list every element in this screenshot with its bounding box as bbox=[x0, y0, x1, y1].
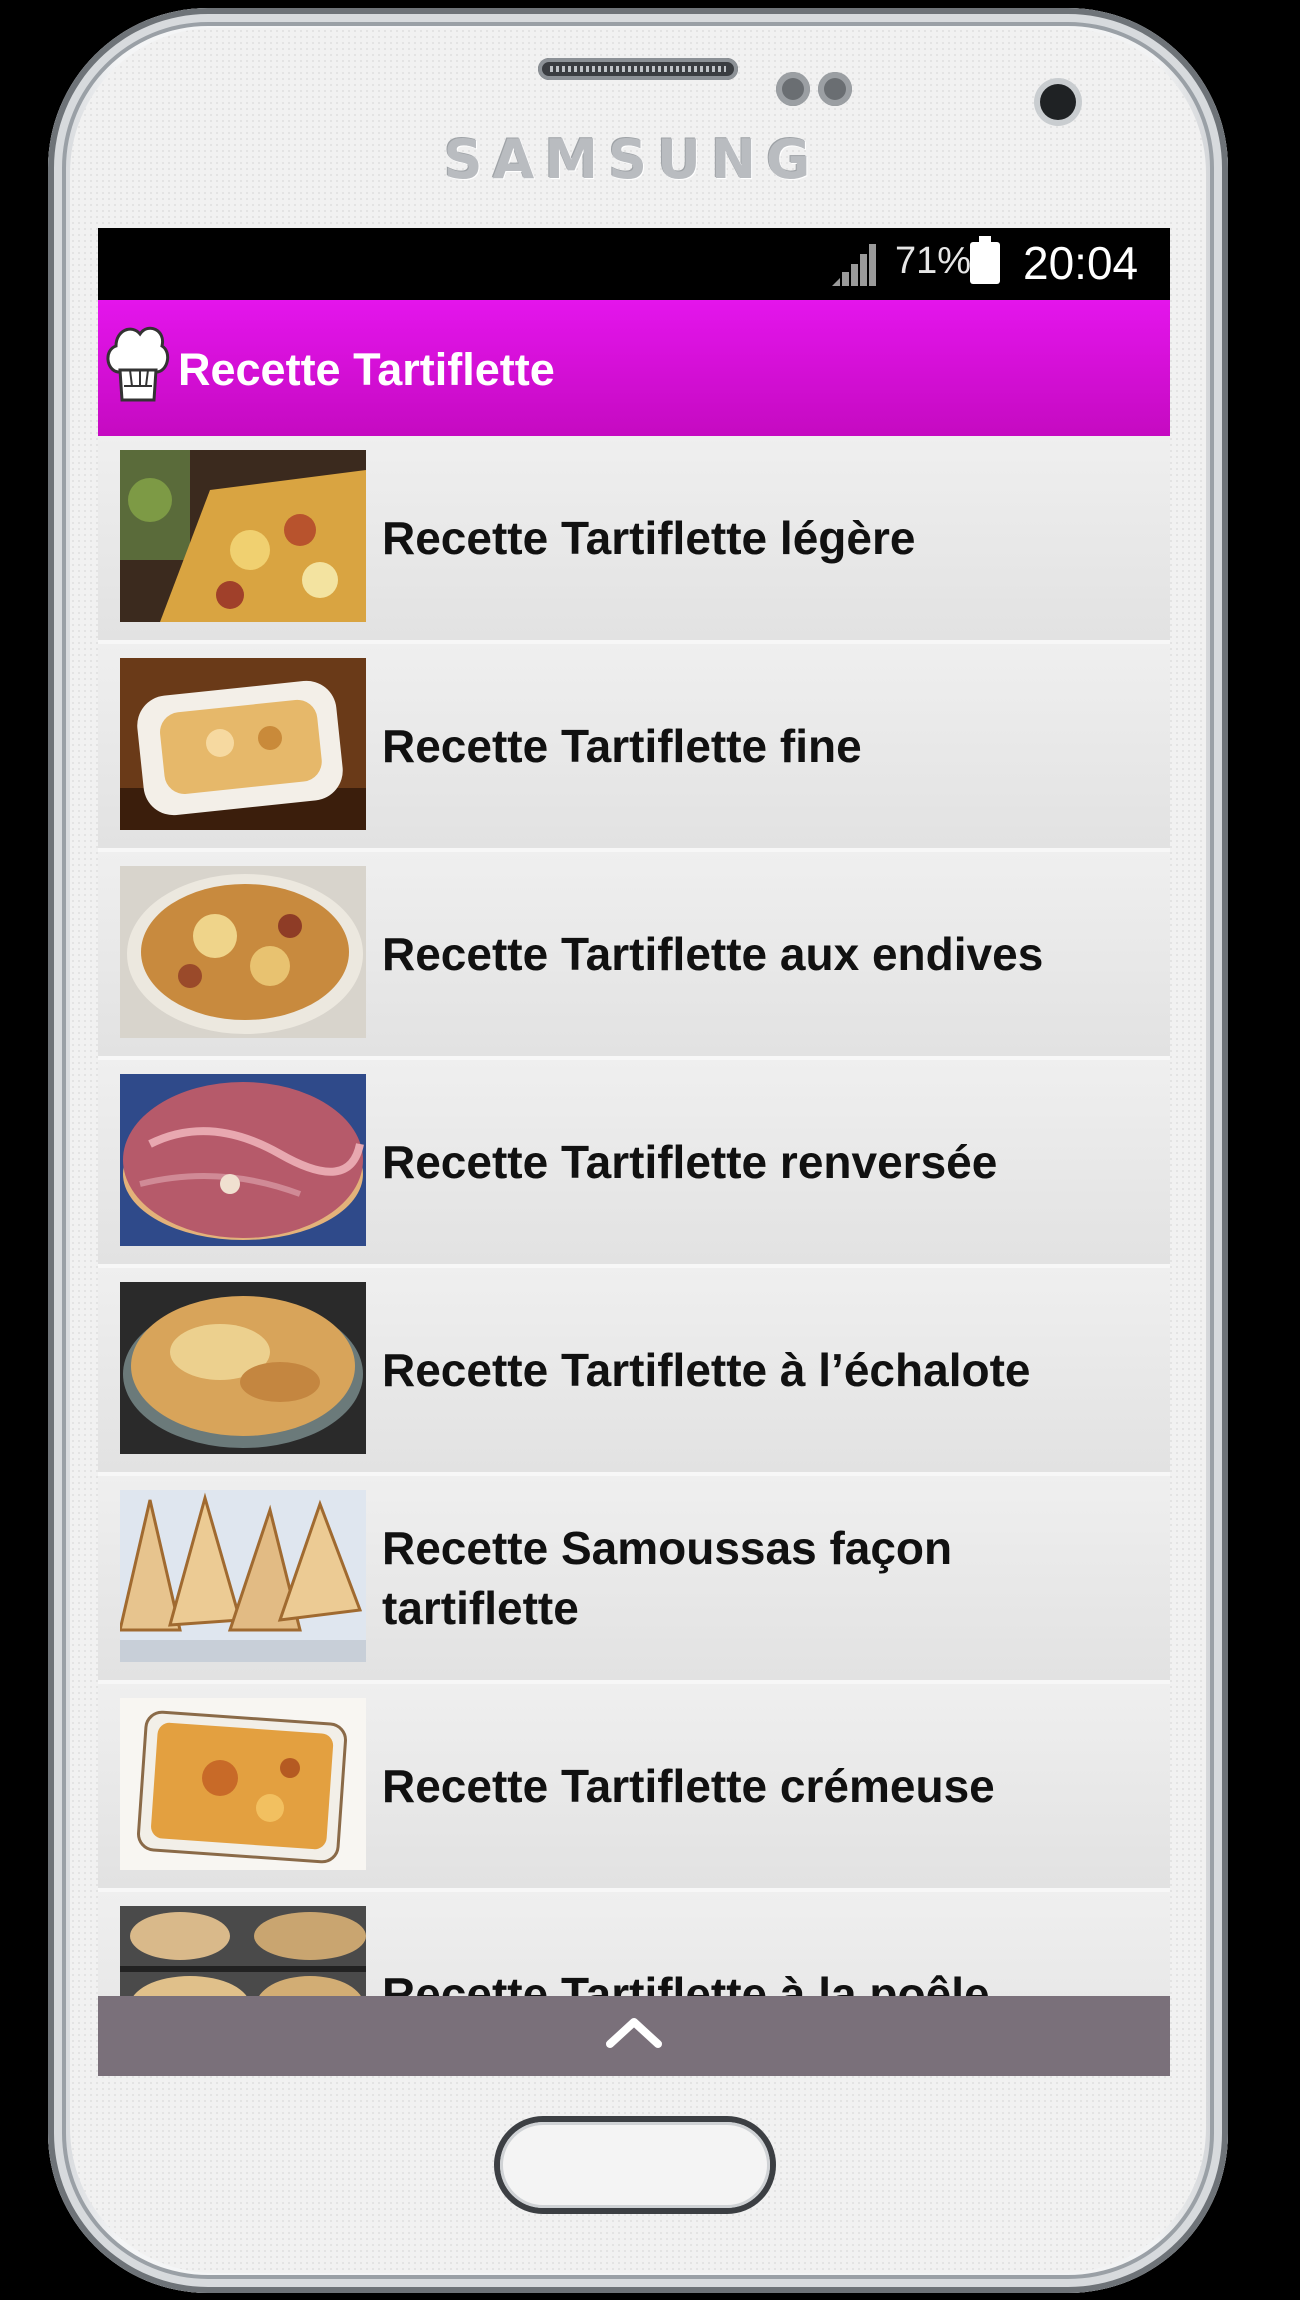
front-camera bbox=[1040, 84, 1076, 120]
recipe-thumbnail bbox=[120, 1490, 366, 1662]
recipe-list-item[interactable]: Recette Tartiflette fine bbox=[98, 644, 1170, 852]
app-bar: Recette Tartiflette bbox=[98, 300, 1170, 436]
app-title: Recette Tartiflette bbox=[178, 344, 555, 395]
device-brand-logo: SAMSUNG bbox=[443, 128, 821, 191]
recipe-thumbnail bbox=[120, 1698, 366, 1870]
proximity-sensor bbox=[776, 72, 810, 106]
recipe-thumbnail bbox=[120, 450, 366, 622]
chevron-up-icon[interactable] bbox=[604, 2012, 664, 2052]
recipe-title: Recette Tartiflette à l’échalote bbox=[382, 1344, 1031, 1396]
recipe-title: Recette Tartiflette aux endives bbox=[382, 928, 1044, 980]
recipe-title: Recette Tartiflette crémeuse bbox=[382, 1760, 995, 1812]
recipe-list-item[interactable]: Recette Tartiflette aux endives bbox=[98, 852, 1170, 1060]
bottom-bar bbox=[98, 1996, 1170, 2076]
battery-icon bbox=[970, 236, 1000, 284]
recipe-list: Recette Tartiflette légère Recette Tarti… bbox=[98, 436, 1170, 2076]
recipe-list-item[interactable]: Recette Tartiflette légère bbox=[98, 436, 1170, 644]
recipe-thumbnail bbox=[120, 658, 366, 830]
recipe-thumbnail bbox=[120, 1074, 366, 1246]
recipe-title: Recette Tartiflette légère bbox=[382, 512, 916, 564]
recipe-list-item[interactable]: Recette Tartiflette à l’échalote bbox=[98, 1268, 1170, 1476]
signal-icon bbox=[832, 244, 876, 286]
battery-percentage: 71% bbox=[895, 240, 972, 282]
recipe-title: Recette Tartiflette renversée bbox=[382, 1136, 998, 1188]
recipe-title: Recette Tartiflette fine bbox=[382, 720, 862, 772]
light-sensor bbox=[818, 72, 852, 106]
status-bar: 71% 20:04 bbox=[98, 228, 1170, 300]
recipe-thumbnail bbox=[120, 866, 366, 1038]
chef-hat-icon bbox=[106, 326, 170, 402]
home-button[interactable] bbox=[500, 2122, 770, 2208]
recipe-list-item[interactable]: Recette Tartiflette crémeuse bbox=[98, 1684, 1170, 1892]
recipe-list-item[interactable]: Recette Tartiflette renversée bbox=[98, 1060, 1170, 1268]
earpiece-speaker bbox=[538, 58, 738, 80]
recipe-title: Recette Samoussas façon tartiflette bbox=[382, 1522, 953, 1634]
recipe-list-item[interactable]: Recette Samoussas façon tartiflette bbox=[98, 1476, 1170, 1684]
status-clock: 20:04 bbox=[1023, 237, 1139, 289]
recipe-thumbnail bbox=[120, 1282, 366, 1454]
app-screen: 71% 20:04 Recette Tartiflette Recette Ta… bbox=[98, 228, 1170, 2076]
